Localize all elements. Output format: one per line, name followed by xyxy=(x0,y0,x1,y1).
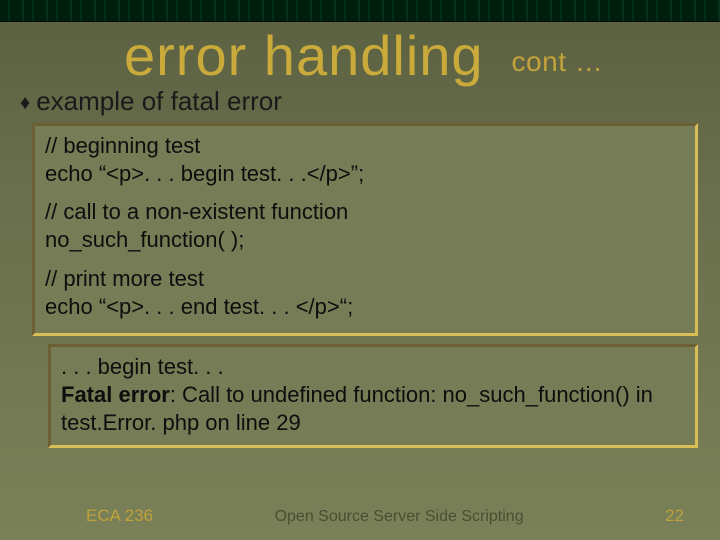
bullet-row: ♦ example of fatal error xyxy=(0,86,720,117)
footer-center: Open Source Server Side Scripting xyxy=(143,508,655,526)
code-line: no_such_function( ); xyxy=(45,226,685,254)
code-line: // call to a non-existent function xyxy=(45,198,685,226)
code-section-3: // print more test echo “<p>. . . end te… xyxy=(45,265,685,321)
footer: ECA 236 Open Source Server Side Scriptin… xyxy=(0,506,720,526)
code-section-1: // beginning test echo “<p>. . . begin t… xyxy=(45,132,685,188)
slide: error handling cont … ♦ example of fatal… xyxy=(0,0,720,540)
output-line: Fatal error: Call to undefined function:… xyxy=(61,381,685,437)
code-box: // beginning test echo “<p>. . . begin t… xyxy=(32,123,698,336)
slide-subtitle: cont … xyxy=(512,46,604,84)
title-row: error handling cont … xyxy=(0,28,720,84)
footer-page: 22 xyxy=(665,506,684,526)
code-line: // beginning test xyxy=(45,132,685,160)
code-line: // print more test xyxy=(45,265,685,293)
output-line: . . . begin test. . . xyxy=(61,353,685,381)
code-line: echo “<p>. . . begin test. . .</p>”; xyxy=(45,160,685,188)
output-box: . . . begin test. . . Fatal error: Call … xyxy=(48,344,698,448)
error-label: Fatal error xyxy=(61,382,170,407)
code-section-2: // call to a non-existent function no_su… xyxy=(45,198,685,254)
slide-title: error handling xyxy=(124,28,484,84)
bullet-text: example of fatal error xyxy=(36,86,282,117)
bullet-icon: ♦ xyxy=(20,93,30,113)
code-line: echo “<p>. . . end test. . . </p>“; xyxy=(45,293,685,321)
